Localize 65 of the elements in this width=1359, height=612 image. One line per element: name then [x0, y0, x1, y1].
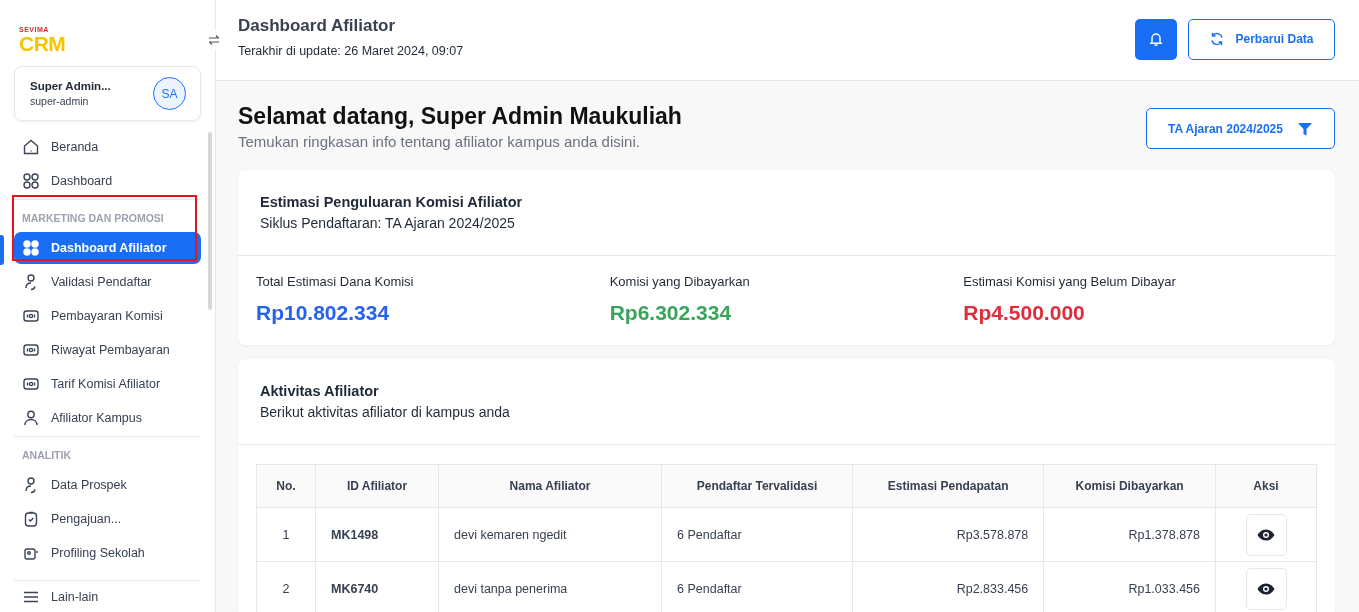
- year-filter-button[interactable]: TA Ajaran 2024/2025: [1146, 108, 1335, 149]
- page-title: Dashboard Afiliator: [238, 16, 397, 36]
- stat-label: Estimasi Komisi yang Belum Dibayar: [963, 274, 1177, 289]
- sidebar-item[interactable]: Afiliator Kampus: [14, 402, 201, 434]
- table-cell: devi kemaren ngedit: [438, 507, 662, 562]
- card-subtitle: Berikut aktivitas afiliator di kampus anda: [260, 404, 511, 420]
- bell-icon: [1148, 31, 1164, 47]
- clipboard-icon: [22, 510, 40, 528]
- table-cell: Rp1.378.878: [1043, 507, 1216, 562]
- money-icon: [22, 375, 40, 393]
- table-cell: 2: [256, 561, 316, 612]
- card-title: Aktivitas Afiliator: [260, 383, 380, 399]
- stat-value: Rp4.500.000: [963, 301, 1086, 325]
- column-header: Estimasi Pendapatan: [852, 464, 1044, 508]
- column-header: Nama Afiliator: [438, 464, 662, 508]
- eye-icon: [1257, 582, 1275, 595]
- grid-icon: [22, 172, 40, 190]
- stat-label: Total Estimasi Dana Komisi: [256, 274, 415, 289]
- sidebar-item[interactable]: Beranda: [14, 131, 201, 163]
- notification-button[interactable]: [1135, 18, 1177, 60]
- section-heading: ANALITIK: [22, 449, 71, 461]
- view-button[interactable]: [1245, 513, 1287, 556]
- section-heading: MARKETING DAN PROMOSI: [22, 212, 164, 224]
- user-avatar: SA: [153, 77, 186, 110]
- sidebar-item[interactable]: Tarif Komisi Afiliator: [14, 368, 201, 400]
- user-name: Super Admin...: [30, 80, 111, 92]
- table-cell: 6 Pendaftar: [661, 507, 853, 562]
- sidebar-item[interactable]: Validasi Pendaftar: [14, 266, 201, 298]
- view-button[interactable]: [1245, 567, 1287, 610]
- refresh-button[interactable]: Perbarui Data: [1188, 18, 1335, 60]
- filter-icon: [1297, 120, 1313, 137]
- stat-value: Rp6.302.334: [609, 301, 733, 325]
- sidebar-item[interactable]: Data Prospek: [14, 469, 201, 501]
- table-cell: MK1498: [315, 507, 439, 562]
- column-header: Komisi Dibayarkan: [1043, 464, 1216, 508]
- stat-label: Komisi yang Dibayarkan: [609, 274, 751, 289]
- user-card[interactable]: Super Admin... super-admin SA: [14, 66, 201, 121]
- stat-value: Rp10.802.334: [256, 301, 391, 325]
- money-icon: [22, 307, 40, 325]
- card-title: Estimasi Penguluaran Komisi Afiliator: [260, 194, 524, 210]
- column-header: No.: [256, 464, 316, 508]
- sidebar-item[interactable]: Riwayat Pembayaran: [14, 334, 201, 366]
- user-role: super-admin: [30, 95, 90, 107]
- eye-icon: [1257, 528, 1275, 541]
- sidebar-item[interactable]: Dashboard Afiliator: [14, 232, 201, 264]
- home-icon: [22, 138, 40, 156]
- table-cell: 1: [256, 507, 316, 562]
- table-cell: Rp3.578.878: [852, 507, 1044, 562]
- sidebar-item[interactable]: Pembayaran Komisi: [14, 300, 201, 332]
- welcome-subtitle: Temukan ringkasan info tentang afiliator kampus anda disini.: [238, 133, 641, 150]
- scrollbar[interactable]: [208, 132, 212, 310]
- user-icon: [22, 409, 40, 427]
- card-subtitle: Siklus Pendaftaran: TA Ajaran 2024/2025: [260, 215, 516, 231]
- money-icon: [22, 341, 40, 359]
- column-header: Aksi: [1215, 464, 1317, 508]
- column-header: Pendaftar Tervalidasi: [661, 464, 853, 508]
- column-header: ID Afiliator: [315, 464, 439, 508]
- sidebar-item[interactable]: Dashboard: [14, 165, 201, 197]
- welcome-title: Selamat datang, Super Admin Maukuliah: [238, 103, 682, 130]
- sidebar-item[interactable]: Pengajuan...: [14, 503, 201, 535]
- grid-icon: [22, 239, 40, 257]
- sidebar-item[interactable]: Lain-lain: [14, 580, 201, 612]
- sidebar-item[interactable]: Profiling Sekolah: [14, 537, 201, 569]
- last-updated-text: Terakhir di update: 26 Maret 2024, 09:07: [238, 44, 465, 58]
- active-indicator: [0, 235, 4, 265]
